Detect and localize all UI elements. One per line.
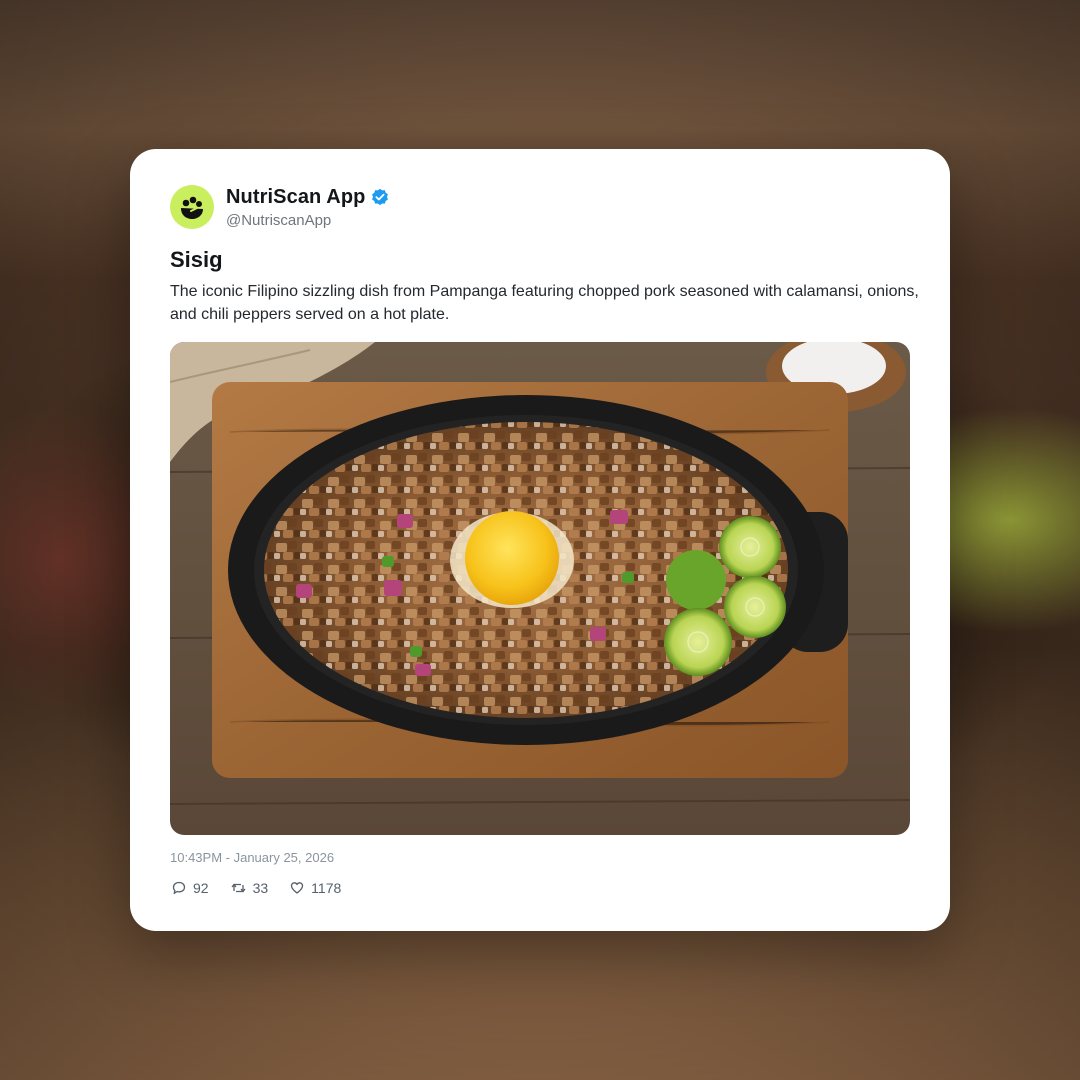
reply-button[interactable]: 92 — [172, 880, 209, 896]
post-body: The iconic Filipino sizzling dish from P… — [170, 283, 919, 323]
heart-icon — [291, 882, 304, 894]
like-button[interactable]: 1178 — [290, 880, 341, 896]
account-identity: NutriScan App @NutriscanApp — [226, 186, 389, 229]
repost-count: 33 — [252, 880, 269, 896]
repost-button[interactable]: 33 — [231, 880, 269, 896]
post-header: NutriScan App @NutriscanApp — [170, 185, 389, 229]
engagement-bar: 92 33 1178 — [172, 880, 363, 896]
repost-icon — [231, 883, 246, 893]
account-handle[interactable]: @NutriscanApp — [226, 212, 389, 229]
comment-icon — [172, 881, 186, 894]
avatar[interactable] — [170, 185, 214, 229]
display-name[interactable]: NutriScan App — [226, 186, 365, 209]
post-title: Sisig — [170, 247, 223, 272]
sisig-photo — [170, 342, 910, 835]
reply-count: 92 — [193, 880, 209, 896]
post-image[interactable] — [170, 342, 910, 835]
verified-badge-icon — [372, 188, 389, 206]
like-count: 1178 — [311, 880, 342, 896]
post-card: NutriScan App @NutriscanApp Sisig The ic… — [130, 149, 950, 931]
post-timestamp: 10:43PM - January 25, 2026 — [170, 850, 335, 865]
nutriscan-logo-icon — [181, 196, 203, 219]
